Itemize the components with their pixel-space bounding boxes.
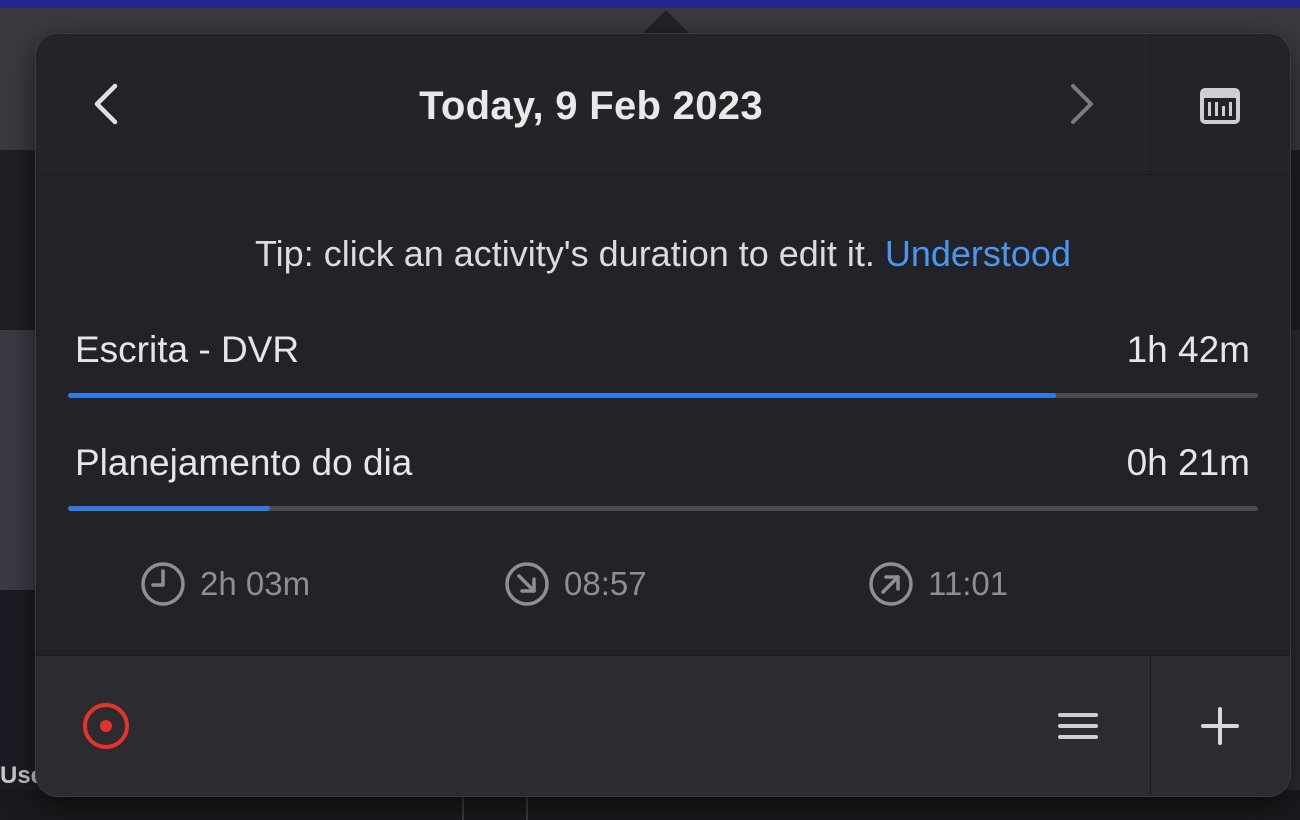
start-time-value: 08:57 <box>564 565 647 602</box>
chevron-left-icon <box>94 83 118 125</box>
activity-name: Planejamento do dia <box>75 442 413 483</box>
popover-arrow <box>640 10 692 36</box>
next-day-button[interactable] <box>1054 76 1110 132</box>
total-duration-stat: 2h 03m <box>140 559 310 609</box>
popover-footer <box>36 655 1290 796</box>
time-tracker-popover: Today, 9 Feb 2023 Tip: click an activity… <box>36 34 1290 796</box>
background-fragment-text: Use <box>0 762 40 789</box>
start-time-stat: 08:57 <box>504 559 647 609</box>
background-divider <box>526 795 528 820</box>
activity-duration[interactable]: 0h 21m <box>1127 442 1250 484</box>
activity-progress-fill <box>68 506 271 511</box>
understood-link[interactable]: Understood <box>885 233 1071 274</box>
activity-name: Escrita - DVR <box>75 329 300 370</box>
background-left-panel <box>0 330 40 590</box>
activity-progress-track <box>68 506 1258 511</box>
tip-banner: Tip: click an activity's duration to edi… <box>36 233 1290 275</box>
desktop-top-bar <box>0 0 1300 8</box>
chevron-right-icon <box>1071 84 1093 124</box>
activity-progress-track <box>68 393 1258 398</box>
date-title: Today, 9 Feb 2023 <box>419 84 763 128</box>
calendar-button[interactable] <box>1192 78 1248 134</box>
activity-list-area: Tip: click an activity's duration to edi… <box>36 175 1290 655</box>
plus-icon <box>1201 707 1239 745</box>
activity-duration[interactable]: 1h 42m <box>1127 329 1250 371</box>
activity-row[interactable]: Escrita - DVR 1h 42m <box>68 329 1258 419</box>
end-time-value: 11:01 <box>928 565 1009 602</box>
arrow-in-icon <box>505 562 549 606</box>
arrow-out-icon <box>869 562 913 606</box>
activity-progress-fill <box>68 393 1056 398</box>
header-divider <box>1150 34 1151 174</box>
clock-icon <box>141 562 185 606</box>
tip-text: Tip: click an activity's duration to edi… <box>255 233 875 274</box>
add-activity-button[interactable] <box>1192 698 1248 754</box>
activity-list-menu-button[interactable] <box>1050 698 1106 754</box>
previous-day-button[interactable] <box>78 76 134 132</box>
total-duration-value: 2h 03m <box>200 565 311 602</box>
record-button[interactable] <box>78 698 134 754</box>
background-divider <box>462 795 464 820</box>
footer-divider <box>1150 656 1151 796</box>
activity-row[interactable]: Planejamento do dia 0h 21m <box>68 442 1258 532</box>
list-icon <box>1058 713 1098 739</box>
calendar-icon <box>1200 88 1240 124</box>
record-icon <box>83 703 129 749</box>
popover-header: Today, 9 Feb 2023 <box>36 34 1290 175</box>
end-time-stat: 11:01 <box>868 559 1008 609</box>
